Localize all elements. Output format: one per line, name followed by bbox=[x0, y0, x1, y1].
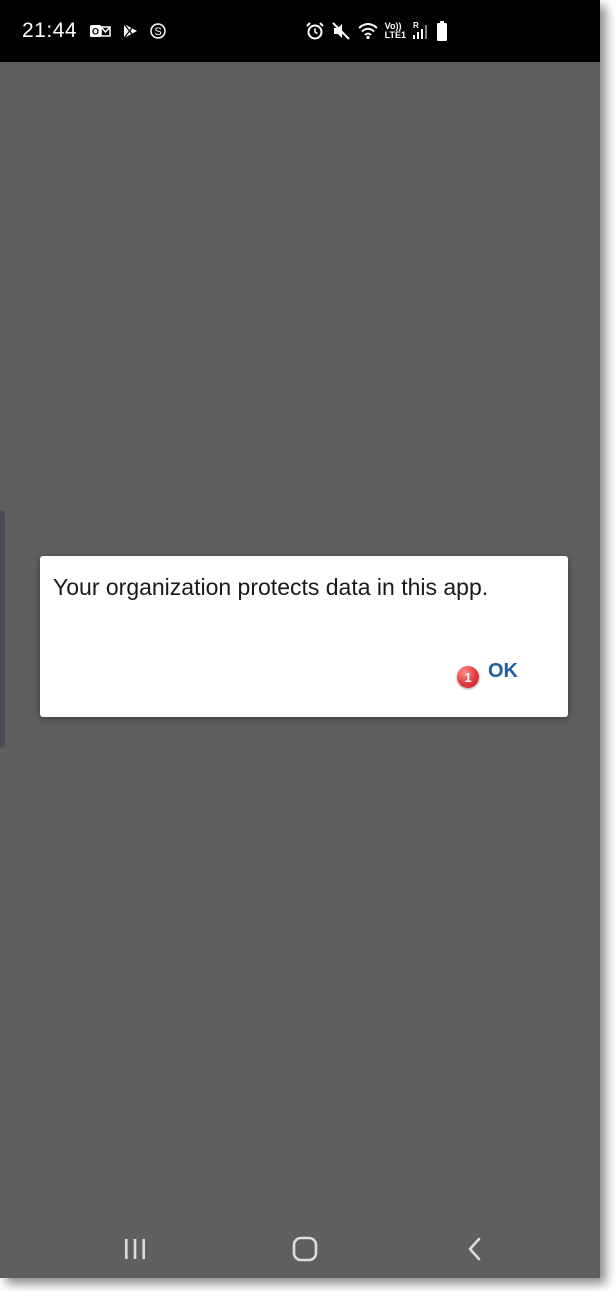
navigation-bar bbox=[0, 1220, 600, 1278]
step-badge: 1 bbox=[457, 666, 479, 688]
svg-text:S: S bbox=[154, 26, 161, 38]
edge-panel-handle[interactable] bbox=[0, 510, 5, 748]
recents-icon bbox=[125, 1239, 145, 1259]
signal-icon: R bbox=[412, 21, 430, 41]
status-system-icons: Vo)) LTE1 R bbox=[305, 20, 448, 42]
ok-button[interactable]: OK bbox=[488, 660, 518, 683]
status-bar: 21:44 O S Vo)) LTE1 R bbox=[0, 0, 600, 62]
status-notification-icons: O S bbox=[89, 22, 167, 40]
volte-indicator: Vo)) LTE1 bbox=[385, 22, 406, 40]
back-button[interactable] bbox=[455, 1234, 495, 1264]
alarm-icon bbox=[305, 21, 325, 41]
phone-screen: 21:44 O S Vo)) LTE1 R Your organization … bbox=[0, 0, 600, 1278]
dialog-message: Your organization protects data in this … bbox=[53, 574, 489, 600]
svg-text:O: O bbox=[92, 27, 99, 37]
back-icon bbox=[468, 1237, 481, 1261]
recents-button[interactable] bbox=[115, 1234, 155, 1264]
wifi-icon bbox=[357, 22, 379, 40]
lte-label: LTE1 bbox=[384, 30, 406, 40]
play-store-icon bbox=[121, 22, 139, 40]
home-button[interactable] bbox=[285, 1234, 325, 1264]
home-icon bbox=[292, 1236, 318, 1262]
outlook-icon: O bbox=[89, 22, 111, 40]
battery-icon bbox=[436, 20, 448, 42]
protection-dialog: Your organization protects data in this … bbox=[40, 556, 568, 717]
status-time: 21:44 bbox=[22, 19, 78, 42]
mute-icon bbox=[331, 21, 351, 41]
skype-icon: S bbox=[149, 22, 167, 40]
roaming-label: R bbox=[413, 21, 419, 30]
